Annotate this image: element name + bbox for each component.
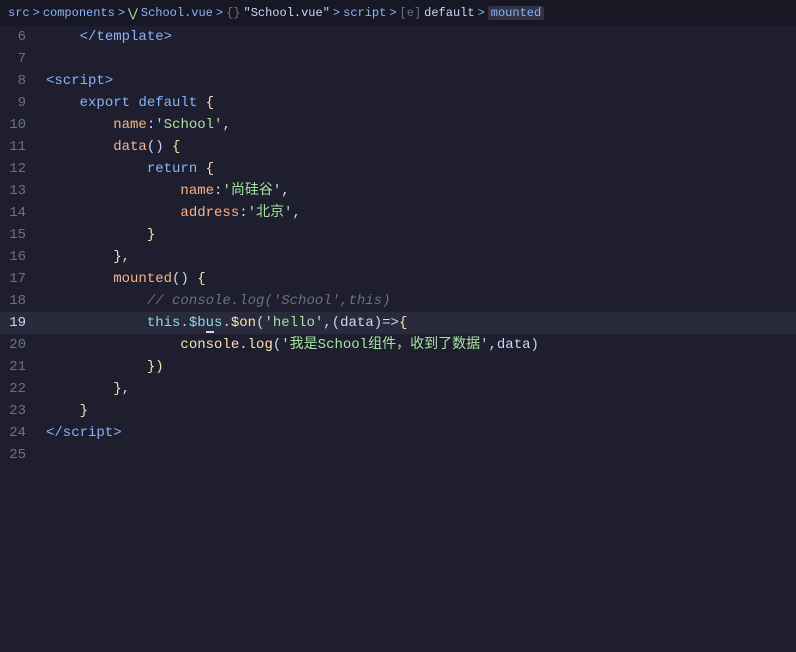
code-line-21: 21 }) bbox=[0, 356, 796, 378]
line-num-19: 19 bbox=[0, 312, 42, 334]
breadcrumb-default: default bbox=[424, 6, 474, 20]
line-content-23: } bbox=[42, 400, 796, 422]
breadcrumb-sep-6: > bbox=[478, 6, 485, 20]
line-num-7: 7 bbox=[0, 48, 42, 70]
code-line-10: 10 name:'School', bbox=[0, 114, 796, 136]
line-content-16: }, bbox=[42, 246, 796, 268]
line-num-23: 23 bbox=[0, 400, 42, 422]
line-content-19: this.$bus.$on('hello',(data)=>{ bbox=[42, 312, 796, 334]
line-num-12: 12 bbox=[0, 158, 42, 180]
line-content-15: } bbox=[42, 224, 796, 246]
line-num-10: 10 bbox=[0, 114, 42, 136]
code-line-12: 12 return { bbox=[0, 158, 796, 180]
code-line-22: 22 }, bbox=[0, 378, 796, 400]
line-num-21: 21 bbox=[0, 356, 42, 378]
line-num-8: 8 bbox=[0, 70, 42, 92]
breadcrumb-sep-4: > bbox=[333, 6, 340, 20]
breadcrumb-default-icon: [e] bbox=[400, 6, 422, 20]
line-content-6: </template> bbox=[42, 26, 796, 48]
line-content-18: // console.log('School',this) bbox=[42, 290, 796, 312]
breadcrumb-mounted: mounted bbox=[488, 6, 544, 20]
breadcrumb-components[interactable]: components bbox=[43, 6, 115, 20]
breadcrumb-sep-1: > bbox=[33, 6, 40, 20]
line-num-9: 9 bbox=[0, 92, 42, 114]
code-line-11: 11 data() { bbox=[0, 136, 796, 158]
code-line-19: 19 this.$bus.$on('hello',(data)=>{ bbox=[0, 312, 796, 334]
line-content-20: console.log('我是School组件，收到了数据',data) bbox=[42, 334, 796, 356]
line-num-13: 13 bbox=[0, 180, 42, 202]
line-num-20: 20 bbox=[0, 334, 42, 356]
line-num-17: 17 bbox=[0, 268, 42, 290]
breadcrumb-script: script bbox=[343, 6, 386, 20]
breadcrumb-src[interactable]: src bbox=[8, 6, 30, 20]
code-line-9: 9 export default { bbox=[0, 92, 796, 114]
line-num-16: 16 bbox=[0, 246, 42, 268]
line-num-11: 11 bbox=[0, 136, 42, 158]
code-line-15: 15 } bbox=[0, 224, 796, 246]
code-line-14: 14 address:'北京', bbox=[0, 202, 796, 224]
code-line-7: 7 bbox=[0, 48, 796, 70]
code-editor: 6 </template> 7 8 <script> 9 export defa… bbox=[0, 26, 796, 652]
line-num-18: 18 bbox=[0, 290, 42, 312]
code-line-20: 20 console.log('我是School组件，收到了数据',data) bbox=[0, 334, 796, 356]
breadcrumb-school-vue-2: "School.vue" bbox=[244, 6, 330, 20]
code-line-18: 18 // console.log('School',this) bbox=[0, 290, 796, 312]
line-num-22: 22 bbox=[0, 378, 42, 400]
line-num-14: 14 bbox=[0, 202, 42, 224]
line-num-15: 15 bbox=[0, 224, 42, 246]
line-num-24: 24 bbox=[0, 422, 42, 444]
breadcrumb-sep-3: > bbox=[216, 6, 223, 20]
line-content-22: }, bbox=[42, 378, 796, 400]
code-line-24: 24 </script> bbox=[0, 422, 796, 444]
breadcrumb-vue-icon: ⋁ bbox=[128, 6, 138, 21]
code-line-13: 13 name:'尚硅谷', bbox=[0, 180, 796, 202]
line-content-17: mounted() { bbox=[42, 268, 796, 290]
code-line-8: 8 <script> bbox=[0, 70, 796, 92]
line-content-9: export default { bbox=[42, 92, 796, 114]
breadcrumb-obj: {} bbox=[226, 6, 240, 20]
line-num-25: 25 bbox=[0, 444, 42, 466]
line-content-11: data() { bbox=[42, 136, 796, 158]
breadcrumb-sep-5: > bbox=[389, 6, 396, 20]
line-content-24: </script> bbox=[42, 422, 796, 444]
breadcrumb: src > components > ⋁ School.vue > {} "Sc… bbox=[0, 0, 796, 26]
line-content-12: return { bbox=[42, 158, 796, 180]
line-num-6: 6 bbox=[0, 26, 42, 48]
code-line-17: 17 mounted() { bbox=[0, 268, 796, 290]
line-content-14: address:'北京', bbox=[42, 202, 796, 224]
code-line-25: 25 bbox=[0, 444, 796, 466]
line-content-10: name:'School', bbox=[42, 114, 796, 136]
breadcrumb-school-vue[interactable]: School.vue bbox=[141, 6, 213, 20]
code-line-6: 6 </template> bbox=[0, 26, 796, 48]
line-content-21: }) bbox=[42, 356, 796, 378]
code-line-23: 23 } bbox=[0, 400, 796, 422]
code-area[interactable]: 6 </template> 7 8 <script> 9 export defa… bbox=[0, 26, 796, 652]
line-content-13: name:'尚硅谷', bbox=[42, 180, 796, 202]
breadcrumb-sep-2: > bbox=[118, 6, 125, 20]
line-content-8: <script> bbox=[42, 70, 796, 92]
code-line-16: 16 }, bbox=[0, 246, 796, 268]
